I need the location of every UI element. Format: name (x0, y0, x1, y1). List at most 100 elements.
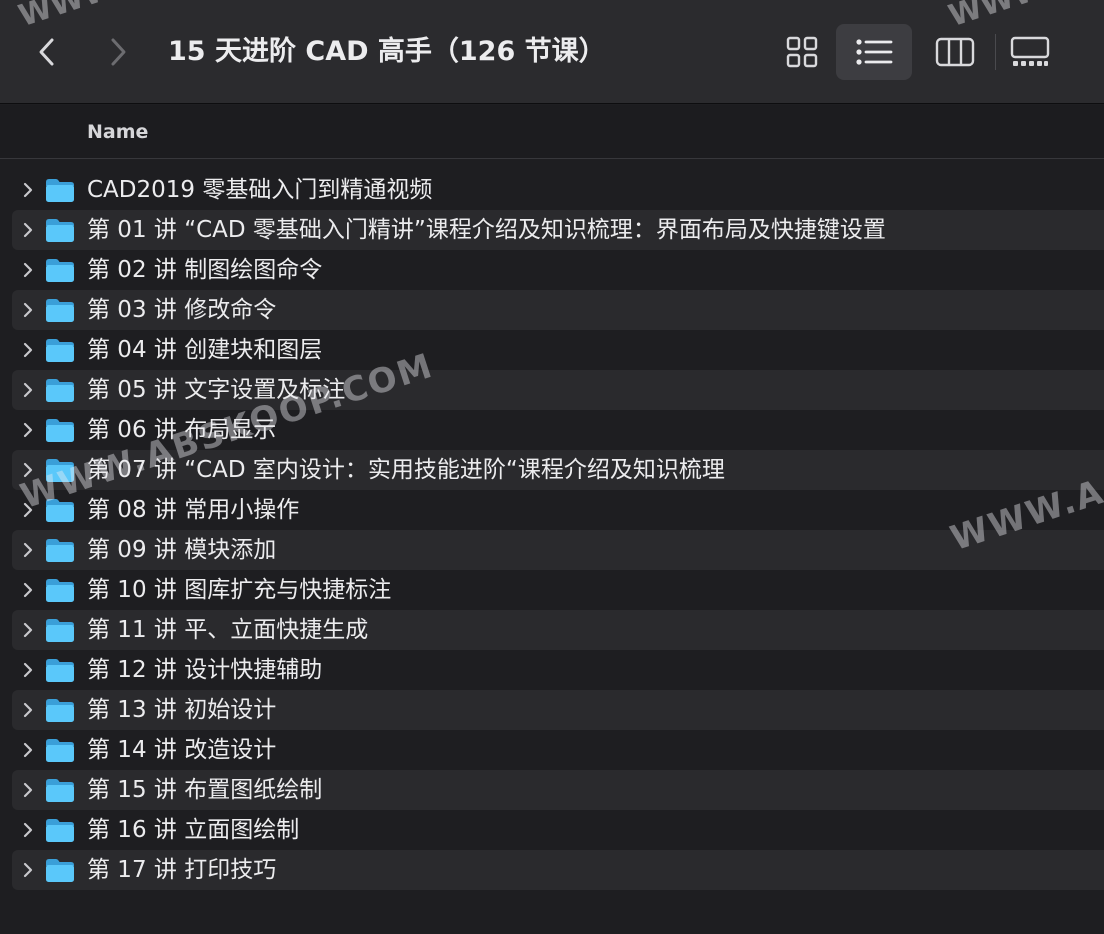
name-column-header[interactable]: Name (87, 105, 148, 159)
chevron-right-icon (23, 382, 33, 398)
folder-icon (44, 456, 76, 484)
folder-icon (44, 376, 76, 404)
chevron-right-icon (23, 622, 33, 638)
disclosure-triangle[interactable] (12, 490, 44, 530)
chevron-right-icon (23, 302, 33, 318)
chevron-right-icon (23, 342, 33, 358)
list-item[interactable]: 第 01 讲 “CAD 零基础入门精讲”课程介绍及知识梳理：界面布局及快捷键设置 (12, 210, 1104, 250)
column-header: Name (0, 105, 1104, 159)
chevron-left-icon (39, 38, 54, 66)
chevron-right-icon (23, 182, 33, 198)
list-item-label: 第 17 讲 打印技巧 (87, 857, 277, 883)
icon-grid-icon (786, 36, 818, 68)
list-item[interactable]: 第 06 讲 布局显示 (12, 410, 1104, 450)
forward-button[interactable] (98, 28, 138, 76)
folder-icon (44, 256, 76, 284)
list-item[interactable]: 第 02 讲 制图绘图命令 (12, 250, 1104, 290)
list-item-label: 第 03 讲 修改命令 (87, 297, 277, 323)
folder-icon (44, 576, 76, 604)
chevron-right-icon (111, 38, 126, 66)
chevron-right-icon (23, 222, 33, 238)
disclosure-triangle[interactable] (12, 170, 44, 210)
list-item-label: CAD2019 零基础入门到精通视频 (87, 177, 433, 203)
disclosure-triangle[interactable] (12, 210, 44, 250)
list-item-label: 第 15 讲 布置图纸绘制 (87, 777, 323, 803)
chevron-right-icon (23, 502, 33, 518)
folder-icon (44, 336, 76, 364)
list-item[interactable]: 第 04 讲 创建块和图层 (12, 330, 1104, 370)
list-item-label: 第 16 讲 立面图绘制 (87, 817, 300, 843)
folder-icon (44, 416, 76, 444)
list-item-label: 第 05 讲 文字设置及标注 (87, 377, 346, 403)
folder-icon (44, 856, 76, 884)
list-item[interactable]: 第 15 讲 布置图纸绘制 (12, 770, 1104, 810)
toolbar: 15 天进阶 CAD 高手（126 节课） (0, 0, 1104, 104)
chevron-right-icon (23, 462, 33, 478)
gallery-view-button[interactable] (992, 24, 1068, 80)
column-view-button[interactable] (917, 24, 993, 80)
list-item[interactable]: CAD2019 零基础入门到精通视频 (12, 170, 1104, 210)
list-item-label: 第 07 讲 “CAD 室内设计：实用技能进阶“课程介绍及知识梳理 (87, 457, 725, 483)
list-item[interactable]: 第 11 讲 平、立面快捷生成 (12, 610, 1104, 650)
disclosure-triangle[interactable] (12, 810, 44, 850)
disclosure-triangle[interactable] (12, 250, 44, 290)
list-item[interactable]: 第 07 讲 “CAD 室内设计：实用技能进阶“课程介绍及知识梳理 (12, 450, 1104, 490)
chevron-right-icon (23, 862, 33, 878)
folder-icon (44, 496, 76, 524)
folder-icon (44, 776, 76, 804)
disclosure-triangle[interactable] (12, 410, 44, 450)
window-title: 15 天进阶 CAD 高手（126 节课） (168, 36, 606, 67)
disclosure-triangle[interactable] (12, 850, 44, 890)
list-item[interactable]: 第 10 讲 图库扩充与快捷标注 (12, 570, 1104, 610)
disclosure-triangle[interactable] (12, 290, 44, 330)
disclosure-triangle[interactable] (12, 730, 44, 770)
list-item-label: 第 02 讲 制图绘图命令 (87, 257, 323, 283)
disclosure-triangle[interactable] (12, 770, 44, 810)
folder-icon (44, 656, 76, 684)
list-view-button[interactable] (836, 24, 912, 80)
icon-view-button[interactable] (764, 24, 840, 80)
list-item[interactable]: 第 13 讲 初始设计 (12, 690, 1104, 730)
disclosure-triangle[interactable] (12, 370, 44, 410)
list-item-label: 第 04 讲 创建块和图层 (87, 337, 323, 363)
finder-window: 15 天进阶 CAD 高手（126 节课） Name CAD2019 零基础入门… (0, 0, 1104, 934)
list-item[interactable]: 第 17 讲 打印技巧 (12, 850, 1104, 890)
file-list: CAD2019 零基础入门到精通视频第 01 讲 “CAD 零基础入门精讲”课程… (0, 170, 1104, 890)
list-item-label: 第 08 讲 常用小操作 (87, 497, 300, 523)
chevron-right-icon (23, 822, 33, 838)
list-item[interactable]: 第 16 讲 立面图绘制 (12, 810, 1104, 850)
folder-icon (44, 736, 76, 764)
disclosure-triangle[interactable] (12, 650, 44, 690)
folder-icon (44, 216, 76, 244)
chevron-right-icon (23, 702, 33, 718)
folder-icon (44, 176, 76, 204)
list-item[interactable]: 第 05 讲 文字设置及标注 (12, 370, 1104, 410)
folder-icon (44, 536, 76, 564)
column-view-icon (935, 37, 975, 67)
chevron-right-icon (23, 542, 33, 558)
back-button[interactable] (27, 28, 67, 76)
list-item-label: 第 01 讲 “CAD 零基础入门精讲”课程介绍及知识梳理：界面布局及快捷键设置 (87, 217, 886, 243)
list-item-label: 第 12 讲 设计快捷辅助 (87, 657, 323, 683)
list-item[interactable]: 第 08 讲 常用小操作 (12, 490, 1104, 530)
disclosure-triangle[interactable] (12, 690, 44, 730)
chevron-right-icon (23, 262, 33, 278)
folder-icon (44, 616, 76, 644)
list-item[interactable]: 第 03 讲 修改命令 (12, 290, 1104, 330)
disclosure-triangle[interactable] (12, 330, 44, 370)
list-item-label: 第 13 讲 初始设计 (87, 697, 277, 723)
list-item[interactable]: 第 14 讲 改造设计 (12, 730, 1104, 770)
list-item-label: 第 06 讲 布局显示 (87, 417, 277, 443)
disclosure-triangle[interactable] (12, 530, 44, 570)
chevron-right-icon (23, 582, 33, 598)
list-item-label: 第 09 讲 模块添加 (87, 537, 277, 563)
list-item-label: 第 11 讲 平、立面快捷生成 (87, 617, 369, 643)
disclosure-triangle[interactable] (12, 610, 44, 650)
chevron-right-icon (23, 422, 33, 438)
list-item-label: 第 14 讲 改造设计 (87, 737, 277, 763)
disclosure-triangle[interactable] (12, 570, 44, 610)
list-item-label: 第 10 讲 图库扩充与快捷标注 (87, 577, 392, 603)
list-item[interactable]: 第 09 讲 模块添加 (12, 530, 1104, 570)
disclosure-triangle[interactable] (12, 450, 44, 490)
list-item[interactable]: 第 12 讲 设计快捷辅助 (12, 650, 1104, 690)
